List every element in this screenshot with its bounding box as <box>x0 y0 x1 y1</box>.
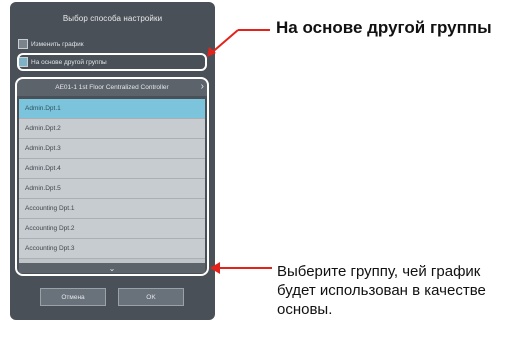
annotation-select-group: Выберите группу, чей график будет исполь… <box>277 263 486 318</box>
arrow-to-option <box>207 29 270 57</box>
arrow-to-list <box>210 262 272 274</box>
annotation-based-on-other-group: На основе другой группы <box>276 18 492 37</box>
